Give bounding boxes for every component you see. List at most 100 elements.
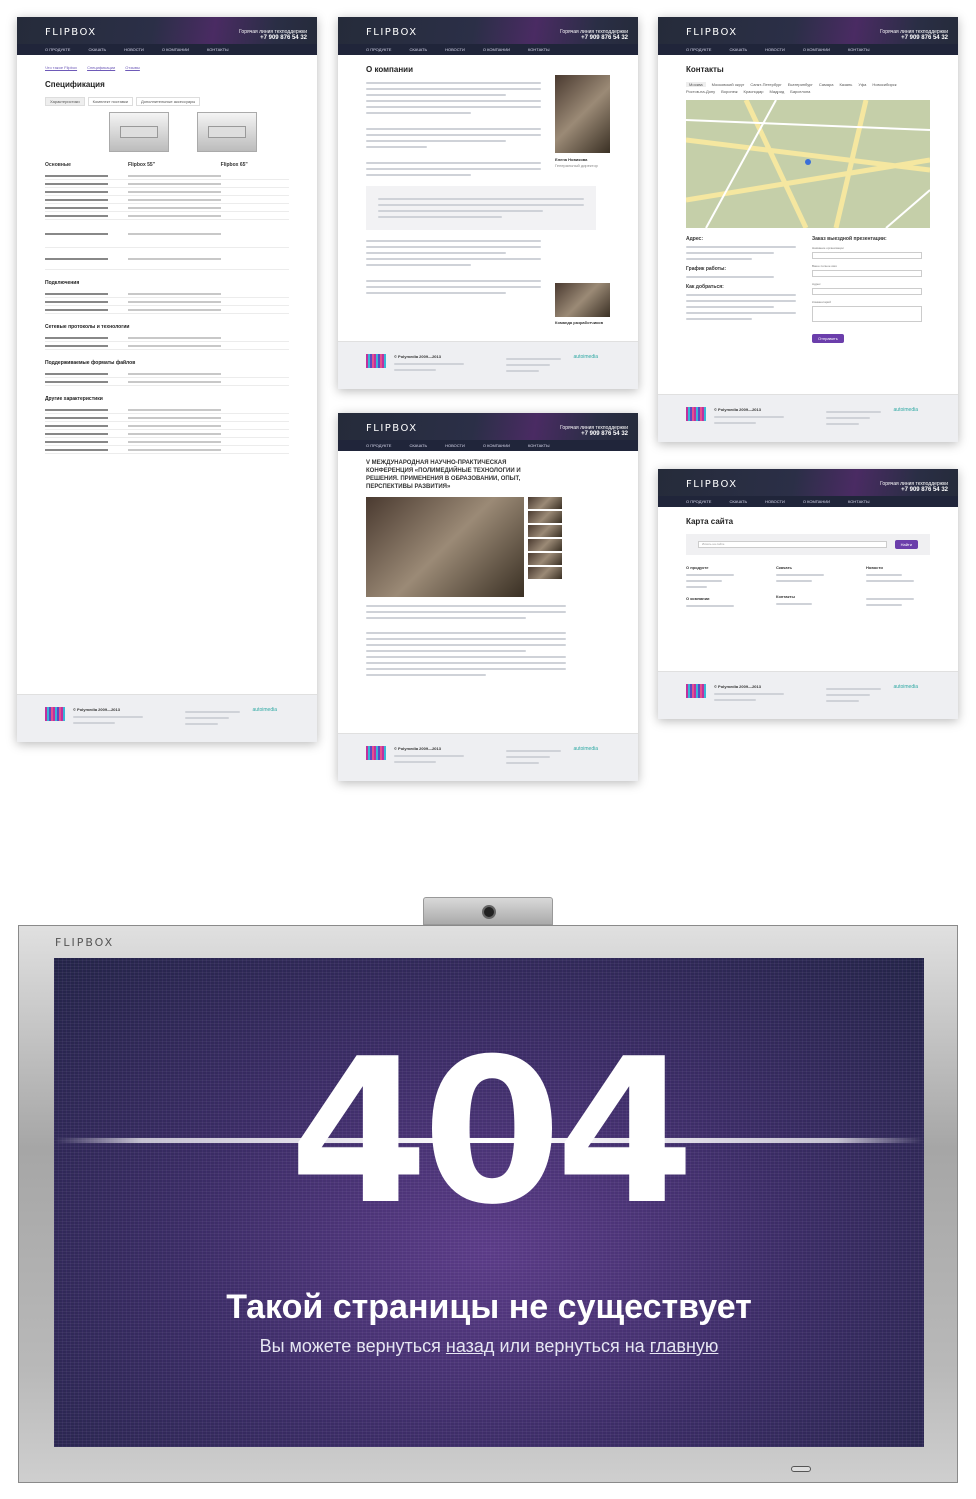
contacts-page-mockup: FLIPBOX Горячая линия техподдержки +7 909… [658,17,958,442]
nav-contacts[interactable]: Контакты [528,47,550,52]
sitemap-col-company: О компании [686,596,710,601]
nav-company[interactable]: О компании [803,47,830,52]
flipbox-logo[interactable]: FLIPBOX [686,27,738,38]
polymedia-logo [686,684,706,698]
nav-contacts[interactable]: Контакты [848,499,870,504]
city-tab[interactable]: Московский округ [712,82,745,87]
map[interactable] [686,100,930,228]
site-header: FLIPBOX Горячая линия техподдержки +7 909… [658,469,958,507]
polymedia-logo [686,407,706,421]
city-tab[interactable]: Москва [686,82,706,87]
city-tab[interactable]: Барселона [790,89,810,94]
schedule-label: График работы: [686,266,727,272]
error-subtext: Вы можете вернуться назад или вернуться … [259,1336,719,1356]
site-header: FLIPBOX Горячая линия техподдержки +7 909… [658,17,958,55]
organization-field[interactable] [812,252,922,259]
section-network: Сетевые протоколы и технологии [45,324,130,330]
main-nav: О продукте Скачать Новости О компании Ко… [658,44,958,55]
nav-product[interactable]: О продукте [366,47,391,52]
name-field[interactable] [812,270,922,277]
autoimedia-logo: autoimedia [573,746,598,752]
support-phone: Горячая линия техподдержки +7 909 876 54 … [560,29,628,41]
error-heading: Такой страницы не существует [226,1288,752,1326]
city-tab[interactable]: Самара [819,82,834,87]
camera-lens-icon [482,905,496,919]
map-roads [686,100,930,228]
home-link[interactable]: главную [650,1336,719,1356]
address-field[interactable] [812,288,922,295]
team-caption: Команда разработчиков [555,320,604,325]
flipbox-logo[interactable]: FLIPBOX [366,423,418,434]
comment-field[interactable] [812,306,922,322]
tab-characteristics[interactable]: Характеристики [45,97,85,106]
glitch-line [54,1138,924,1143]
about-page-mockup: FLIPBOX Горячая линия техподдержки +7 909… [338,17,638,389]
error-code: 404 [289,1016,694,1249]
city-tab[interactable]: Уфа [858,82,866,87]
thumbnail[interactable] [528,567,562,579]
news-title: V Международная научно-практическая конф… [366,460,521,490]
breadcrumb-item[interactable]: Отзывы [125,65,140,70]
nav-news[interactable]: Новости [765,499,785,504]
city-tab[interactable]: Мадрид [769,89,784,94]
nav-download[interactable]: Скачать [729,47,747,52]
submit-button[interactable]: Отправить [812,334,844,343]
thumbnail[interactable] [528,553,562,565]
breadcrumb-item[interactable]: Спецификации [87,65,115,70]
flipbox-logo[interactable]: FLIPBOX [45,27,97,38]
nav-product[interactable]: О продукте [366,443,391,448]
nav-news[interactable]: Новости [445,47,465,52]
autoimedia-logo: autoimedia [893,407,918,413]
search-button[interactable]: Найти [894,540,918,549]
city-tab[interactable]: Ростов-на-Дону [686,89,715,94]
flipbox-logo[interactable]: FLIPBOX [366,27,418,38]
breadcrumb-item[interactable]: Что такое Flipbox [45,65,77,70]
main-nav: О продукте Скачать Новости О компании Ко… [338,440,638,451]
city-tab[interactable]: Новосибирск [872,82,896,87]
autoimedia-logo: autoimedia [573,354,598,360]
thumbnail[interactable] [528,497,562,509]
thumbnail[interactable] [528,511,562,523]
city-tab[interactable]: Краснодар [744,89,764,94]
nav-product[interactable]: О продукте [45,47,70,52]
nav-news[interactable]: Новости [445,443,465,448]
thumbnail[interactable] [528,539,562,551]
nav-download[interactable]: Скачать [88,47,106,52]
director-role: Генеральный директор [555,163,598,168]
webcam [423,897,553,925]
presentation-form: Заказ выездной презентации: Название орг… [812,236,922,345]
nav-download[interactable]: Скачать [409,443,427,448]
nav-download[interactable]: Скачать [729,499,747,504]
nav-product[interactable]: О продукте [686,499,711,504]
col-55: Flipbox 55" [127,162,156,168]
nav-product[interactable]: О продукте [686,47,711,52]
form-title: Заказ выездной презентации: [812,236,887,242]
tab-accessories[interactable]: Дополнительные аксессуары [135,97,201,106]
nav-contacts[interactable]: Контакты [207,47,229,52]
thumbnail[interactable] [528,525,562,537]
section-formats: Поддерживаемые форматы файлов [45,360,136,366]
power-button[interactable] [791,1466,811,1472]
address-label: Адрес: [686,236,703,242]
sitemap-col-news: Новости [866,565,883,570]
nav-contacts[interactable]: Контакты [528,443,550,448]
back-link[interactable]: назад [446,1336,495,1356]
sitemap-col-product: О продукте [686,565,709,570]
nav-news[interactable]: Новости [765,47,785,52]
nav-company[interactable]: О компании [483,47,510,52]
nav-company[interactable]: О компании [803,499,830,504]
city-tab[interactable]: Санкт-Петербург [750,82,781,87]
city-tab[interactable]: Екатеринбург [788,82,813,87]
nav-company[interactable]: О компании [483,443,510,448]
tab-kit[interactable]: Комплект поставки [87,97,133,106]
nav-news[interactable]: Новости [124,47,144,52]
nav-download[interactable]: Скачать [409,47,427,52]
flipbox-logo[interactable]: FLIPBOX [686,479,738,490]
nav-contacts[interactable]: Контакты [848,47,870,52]
city-tab[interactable]: Казань [839,82,852,87]
flipbox-65-image [197,112,257,152]
nav-company[interactable]: О компании [162,47,189,52]
city-tab[interactable]: Воронеж [721,89,737,94]
section-other: Другие характеристики [45,396,103,402]
search-input[interactable]: Искать на сайте [698,541,887,548]
